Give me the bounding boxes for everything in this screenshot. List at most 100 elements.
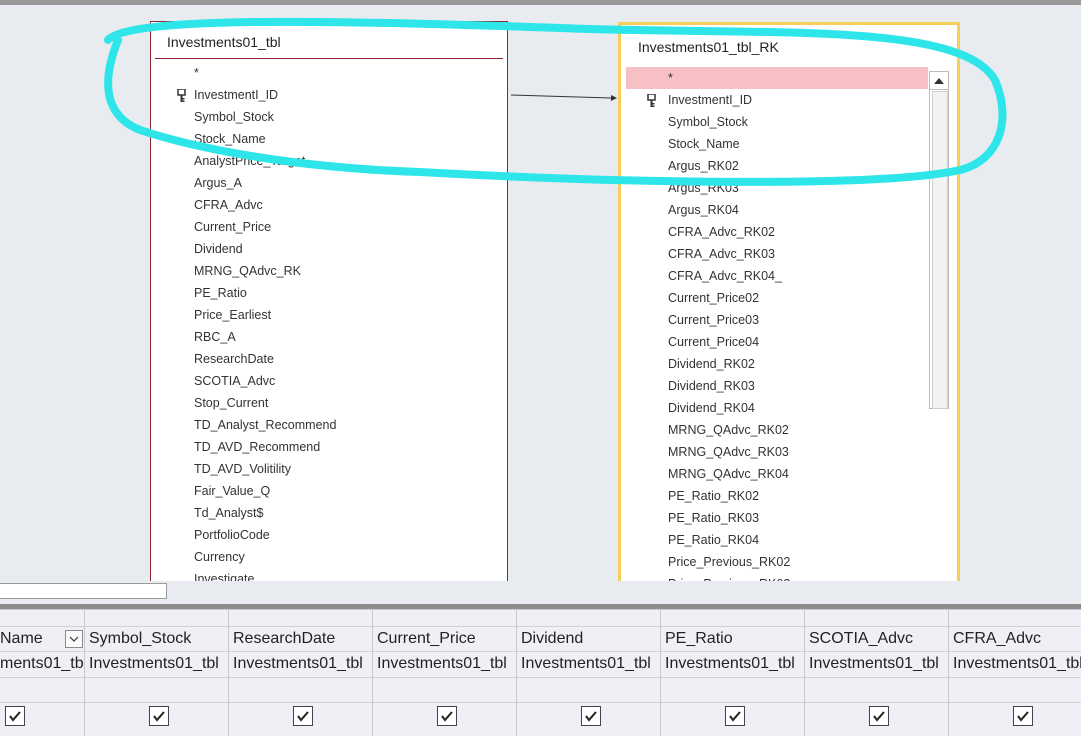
field-item[interactable]: InvestmentI_ID	[151, 84, 507, 106]
field-list: * InvestmentI_ID Symbol_Stock Stock_Name Arg…	[626, 67, 928, 581]
table-cell[interactable]: Investments01_tbl	[521, 652, 660, 676]
field-item[interactable]: PortfolioCode	[151, 524, 507, 546]
field-item[interactable]: SCOTIA_Advc	[151, 370, 507, 392]
field-item[interactable]: TD_AVD_Recommend	[151, 436, 507, 458]
query-design-canvas[interactable]: Investments01_tbl * InvestmentI_ID Symbol_…	[0, 5, 1081, 581]
table-cell[interactable]: Investments01_tbl	[89, 652, 228, 676]
field-item[interactable]: Argus_RK04	[626, 199, 928, 221]
field-item[interactable]: PE_Ratio_RK03	[626, 507, 928, 529]
table-cell[interactable]: Investments01_tbl	[665, 652, 804, 676]
show-checkbox[interactable]	[725, 706, 745, 726]
field-item[interactable]: MRNG_QAdvc_RK04	[626, 463, 928, 485]
field-item[interactable]: Symbol_Stock	[151, 106, 507, 128]
field-item[interactable]: Symbol_Stock	[626, 111, 928, 133]
field-cell[interactable]: ResearchDate	[233, 627, 372, 651]
field-item[interactable]: CFRA_Advc	[151, 194, 507, 216]
field-item[interactable]: MRNG_QAdvc_RK02	[626, 419, 928, 441]
grid-column[interactable]: Dividend Investments01_tbl	[517, 610, 661, 736]
field-item[interactable]: MRNG_QAdvc_RK03	[626, 441, 928, 463]
field-list-investments01-tbl[interactable]: Investments01_tbl * InvestmentI_ID Symbol_…	[150, 21, 508, 581]
field-item[interactable]: TD_Analyst_Recommend	[151, 414, 507, 436]
field-item[interactable]: Current_Price03	[626, 309, 928, 331]
query-design-grid[interactable]: Name ments01_tbl Symbol_Stock Investments01…	[0, 610, 1081, 736]
field-item[interactable]: Dividend_RK04	[626, 397, 928, 419]
field-list-scrollbar[interactable]	[929, 71, 949, 409]
field-item[interactable]: PE_Ratio_RK04	[626, 529, 928, 551]
field-name: CFRA_Advc	[194, 198, 263, 212]
grid-column[interactable]: PE_Ratio Investments01_tbl	[661, 610, 805, 736]
field-item[interactable]: InvestmentI_ID	[626, 89, 928, 111]
field-item[interactable]: Dividend_RK02	[626, 353, 928, 375]
field-name: *	[194, 66, 199, 80]
table-cell[interactable]: Investments01_tbl	[809, 652, 948, 676]
table-cell[interactable]: ments01_tbl	[0, 652, 84, 676]
field-cell[interactable]: Symbol_Stock	[89, 627, 228, 651]
show-checkbox[interactable]	[869, 706, 889, 726]
field-item[interactable]: MRNG_QAdvc_RK	[151, 260, 507, 282]
grid-column[interactable]: CFRA_Advc Investments01_tbl	[949, 610, 1081, 736]
field-item[interactable]: AnalystPrice_Target	[151, 150, 507, 172]
field-item[interactable]: Fair_Value_Q	[151, 480, 507, 502]
field-list-investments01-tbl-rk[interactable]: Investments01_tbl_RK * InvestmentI_ID Symb…	[618, 22, 960, 581]
field-item[interactable]: Argus_A	[151, 172, 507, 194]
show-checkbox[interactable]	[437, 706, 457, 726]
field-item[interactable]: Dividend	[151, 238, 507, 260]
show-checkbox[interactable]	[293, 706, 313, 726]
canvas-horizontal-scrollbar[interactable]	[0, 583, 167, 599]
field-item[interactable]: Current_Price02	[626, 287, 928, 309]
show-checkbox[interactable]	[1013, 706, 1033, 726]
field-name: Current_Price03	[668, 313, 760, 327]
grid-column[interactable]: Symbol_Stock Investments01_tbl	[85, 610, 229, 736]
grid-column[interactable]: Current_Price Investments01_tbl	[373, 610, 517, 736]
show-checkbox[interactable]	[149, 706, 169, 726]
field-item[interactable]: Td_Analyst$	[151, 502, 507, 524]
field-name: Price_Previous_RK02	[668, 555, 791, 569]
table-cell[interactable]: Investments01_tbl	[377, 652, 516, 676]
field-item[interactable]: Stock_Name	[626, 133, 928, 155]
show-checkbox[interactable]	[581, 706, 601, 726]
field-item[interactable]: Current_Price	[151, 216, 507, 238]
field-item[interactable]: Price_Previous_RK03	[626, 573, 928, 581]
grid-column[interactable]: ResearchDate Investments01_tbl	[229, 610, 373, 736]
field-item[interactable]: Argus_RK02	[626, 155, 928, 177]
field-item[interactable]: PE_Ratio	[151, 282, 507, 304]
field-item[interactable]: Investigate	[151, 568, 507, 581]
table-cell[interactable]: Investments01_tbl	[233, 652, 372, 676]
field-cell[interactable]: PE_Ratio	[665, 627, 804, 651]
grid-column[interactable]: Name ments01_tbl	[0, 610, 85, 736]
field-cell[interactable]: CFRA_Advc	[953, 627, 1081, 651]
field-item[interactable]: PE_Ratio_RK02	[626, 485, 928, 507]
scroll-up-button[interactable]	[930, 72, 948, 90]
field-name: Current_Price	[194, 220, 272, 234]
show-checkbox[interactable]	[5, 706, 25, 726]
field-item[interactable]: ResearchDate	[151, 348, 507, 370]
table-title[interactable]: Investments01_tbl_RK	[638, 39, 779, 55]
field-cell[interactable]: Current_Price	[377, 627, 516, 651]
field-dropdown-button[interactable]	[65, 630, 83, 648]
relationship-join-line[interactable]	[511, 93, 619, 103]
scroll-thumb[interactable]	[932, 91, 948, 409]
field-name: Argus_RK03	[668, 181, 739, 195]
all-fields-item[interactable]: *	[626, 67, 928, 89]
field-item[interactable]: TD_AVD_Volitility	[151, 458, 507, 480]
field-item[interactable]: CFRA_Advc_RK04_	[626, 265, 928, 287]
field-cell[interactable]: SCOTIA_Advc	[809, 627, 948, 651]
grid-column[interactable]: SCOTIA_Advc Investments01_tbl	[805, 610, 949, 736]
dropdown-arrow-icon	[69, 636, 79, 642]
field-item[interactable]: Stock_Name	[151, 128, 507, 150]
field-item[interactable]: Price_Previous_RK02	[626, 551, 928, 573]
field-cell[interactable]: Dividend	[521, 627, 660, 651]
field-item[interactable]: Current_Price04	[626, 331, 928, 353]
field-item[interactable]: Price_Earliest	[151, 304, 507, 326]
field-item[interactable]: RBC_A	[151, 326, 507, 348]
field-item[interactable]: Currency	[151, 546, 507, 568]
field-item[interactable]: Dividend_RK03	[626, 375, 928, 397]
all-fields-item[interactable]: *	[151, 62, 507, 84]
field-name: Price_Previous_RK03	[668, 577, 790, 581]
field-item[interactable]: Argus_RK03	[626, 177, 928, 199]
table-title[interactable]: Investments01_tbl	[167, 34, 281, 50]
field-item[interactable]: CFRA_Advc_RK03	[626, 243, 928, 265]
field-item[interactable]: Stop_Current	[151, 392, 507, 414]
field-item[interactable]: CFRA_Advc_RK02	[626, 221, 928, 243]
table-cell[interactable]: Investments01_tbl	[953, 652, 1081, 676]
